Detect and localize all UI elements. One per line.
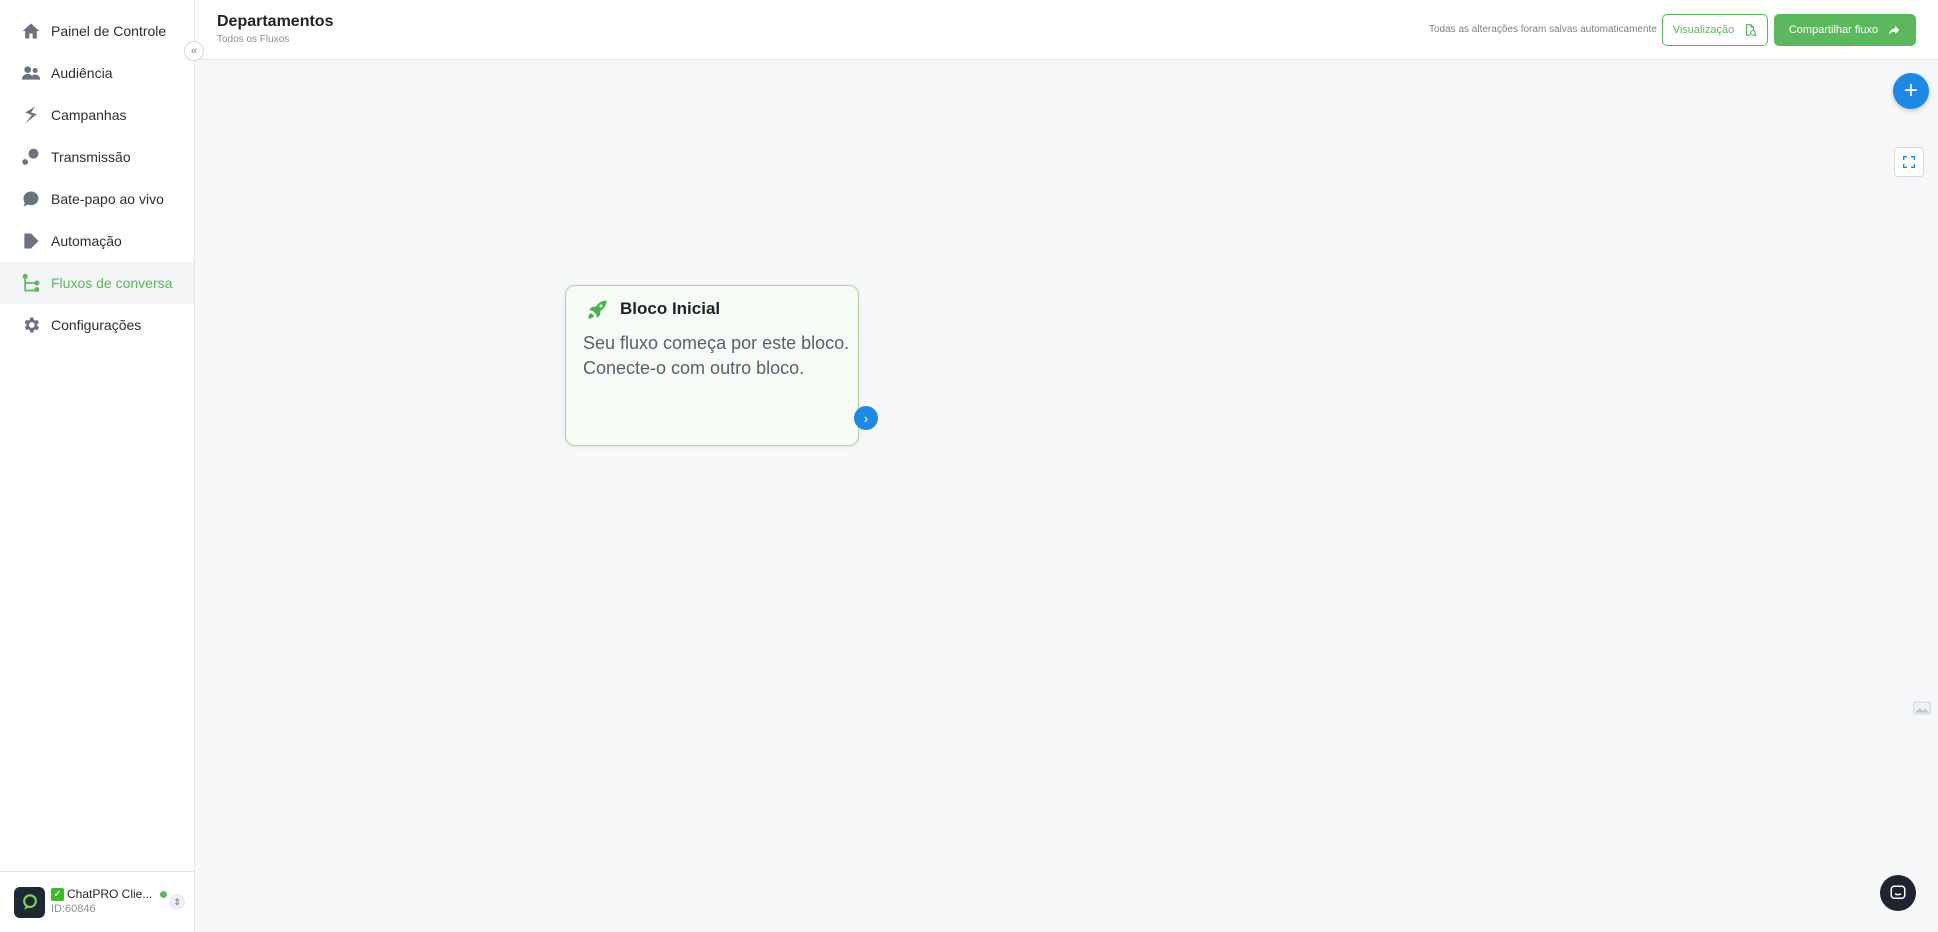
sidebar-item-campanhas[interactable]: Campanhas [0, 94, 194, 136]
start-block-connector[interactable]: › [854, 406, 878, 430]
home-icon [21, 21, 41, 41]
header: Departamentos Todos os Fluxos Todas as a… [196, 0, 1938, 60]
campaign-icon [21, 105, 41, 125]
share-arrow-icon [1888, 25, 1900, 35]
start-block-header: Bloco Inicial [586, 297, 720, 321]
preview-icon [1746, 24, 1758, 37]
avatar [14, 886, 45, 918]
sidebar: Painel de Controle Audiência Campanhas T… [0, 0, 195, 932]
sidebar-item-label: Configurações [51, 317, 142, 333]
expand-icon [1903, 156, 1915, 168]
account-switch-icon[interactable]: ⇕ [169, 894, 185, 910]
sidebar-nav: Painel de Controle Audiência Campanhas T… [0, 0, 194, 346]
breadcrumb[interactable]: Todos os Fluxos [217, 34, 289, 45]
rocket-icon [588, 300, 607, 319]
sidebar-item-bate-papo[interactable]: Bate-papo ao vivo [0, 178, 194, 220]
broadcast-icon [21, 147, 41, 167]
sidebar-item-label: Bate-papo ao vivo [51, 191, 164, 207]
chat-widget-icon [1890, 885, 1906, 899]
autosave-status: Todas as alterações foram salvas automat… [1429, 24, 1657, 35]
sidebar-item-label: Transmissão [51, 149, 131, 165]
online-status-dot [160, 891, 168, 898]
sidebar-item-automacao[interactable]: Automação [0, 220, 194, 262]
sidebar-item-transmissao[interactable]: Transmissão [0, 136, 194, 178]
fit-view-button[interactable] [1894, 147, 1924, 177]
flow-canvas[interactable]: + Bloco Inicial Seu fluxo começa por est… [196, 61, 1938, 932]
support-chat-button[interactable] [1880, 875, 1916, 911]
sidebar-item-label: Campanhas [51, 107, 127, 123]
start-block[interactable]: Bloco Inicial Seu fluxo começa por este … [565, 285, 878, 446]
account-info: ✓ ChatPRO Clie... ID:60846 [51, 887, 168, 917]
verified-check-icon: ✓ [51, 888, 64, 901]
add-block-button[interactable]: + [1893, 73, 1929, 109]
users-icon [21, 63, 41, 83]
gear-icon [21, 315, 41, 335]
account-switcher[interactable]: ✓ ChatPRO Clie... ID:60846 ⇕ [0, 871, 195, 932]
account-id: ID:60846 [51, 903, 96, 915]
sidebar-item-painel-de-controle[interactable]: Painel de Controle [0, 10, 194, 52]
image-icon[interactable] [1911, 697, 1933, 719]
flow-icon [21, 273, 41, 293]
sidebar-item-label: Audiência [51, 65, 113, 81]
chat-icon [21, 189, 41, 209]
collapse-sidebar-button[interactable]: « [184, 41, 204, 61]
automation-icon [21, 231, 41, 251]
sidebar-item-label: Automação [51, 233, 122, 249]
chatpro-logo-icon [22, 894, 37, 910]
page-title: Departamentos [217, 13, 334, 30]
sidebar-item-fluxos-de-conversa[interactable]: Fluxos de conversa [0, 262, 194, 304]
sidebar-item-audiencia[interactable]: Audiência [0, 52, 194, 94]
share-flow-button-label: Compartilhar fluxo [1788, 24, 1879, 36]
sidebar-item-configuracoes[interactable]: Configurações [0, 304, 194, 346]
start-block-title: Bloco Inicial [620, 299, 721, 318]
account-name: ChatPRO Clie... [67, 887, 153, 901]
sidebar-item-label: Fluxos de conversa [51, 275, 173, 291]
preview-button-label: Visualização [1672, 24, 1735, 36]
sidebar-item-label: Painel de Controle [51, 23, 167, 39]
preview-button[interactable]: Visualização [1662, 14, 1768, 46]
start-block-description: Seu fluxo começa por este bloco. Conecte… [583, 333, 850, 378]
share-flow-button[interactable]: Compartilhar fluxo [1774, 14, 1916, 46]
